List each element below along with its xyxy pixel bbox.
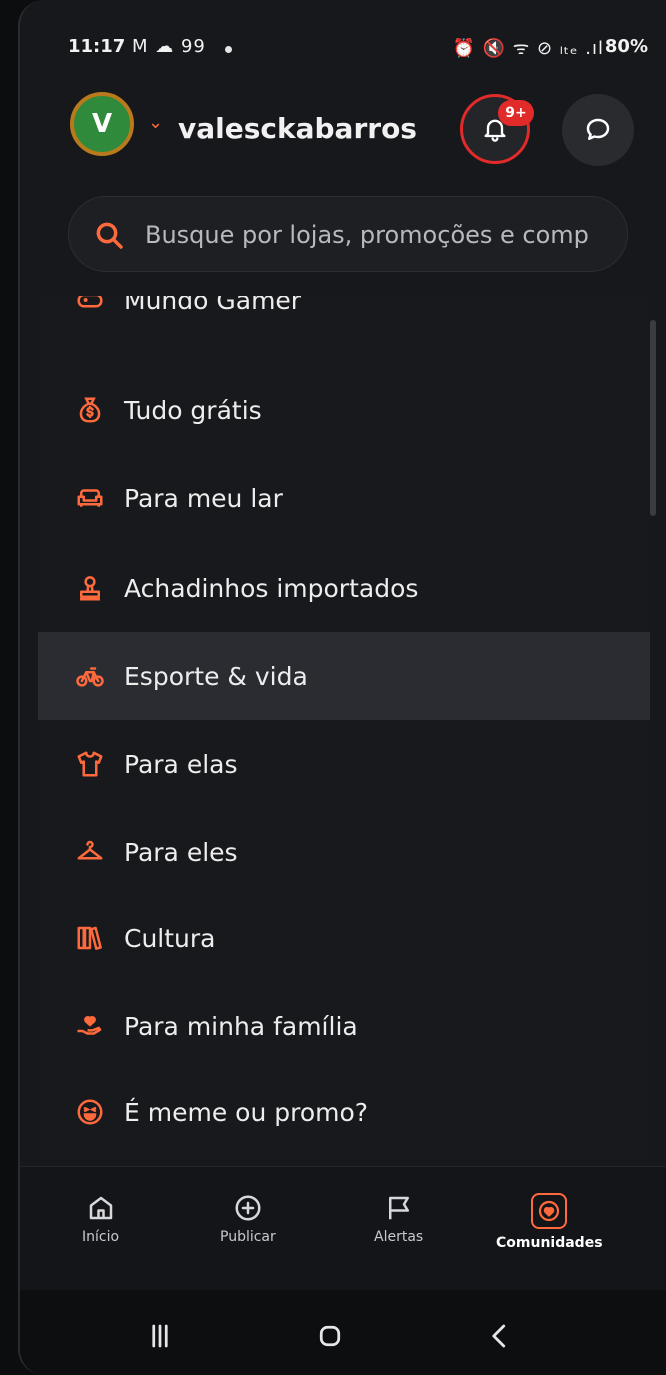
chevron-down-icon[interactable]: ⌄ <box>148 112 163 133</box>
list-item-label: Para meu lar <box>124 483 283 513</box>
list-item-label: Tudo grátis <box>124 395 262 425</box>
list-item-cultura[interactable]: Cultura <box>38 894 650 982</box>
books-icon <box>74 922 106 954</box>
recent-apps-button[interactable] <box>140 1316 180 1356</box>
home-square-icon <box>319 1325 341 1347</box>
list-item-para-eles[interactable]: Para eles <box>38 808 650 896</box>
system-navigation-bar <box>20 1290 666 1375</box>
messages-button[interactable] <box>562 94 634 166</box>
search-icon <box>96 222 123 249</box>
phone-screen: 11:17 M ☁ 99 ⏰ 🔇 ᯤ ⊘ ₗₜₑ .ıl 80% V ⌄ val… <box>18 0 666 1375</box>
hand-heart-icon <box>74 1010 106 1042</box>
gamepad-icon <box>74 296 106 316</box>
list-item-label: É meme ou promo? <box>124 1097 369 1127</box>
tab-label: Alertas <box>374 1229 424 1245</box>
home-icon <box>89 1196 112 1220</box>
list-item-achadinhos-importados[interactable]: Achadinhos importados <box>38 544 650 632</box>
tab-inicio[interactable]: Início <box>82 1193 119 1245</box>
heart-icon <box>531 1193 568 1229</box>
tab-comunidades[interactable]: Comunidades <box>496 1193 603 1251</box>
tab-alertas[interactable]: Alertas <box>374 1193 423 1245</box>
flag-icon <box>388 1196 409 1220</box>
list-item-para-minha-familia[interactable]: Para minha família <box>38 982 650 1070</box>
notification-count-badge: 9+ <box>498 100 534 126</box>
username[interactable]: valesckabarros <box>178 112 417 145</box>
bottom-navigation: Início Publicar Alertas Comunidades <box>20 1166 666 1290</box>
shirt-icon <box>74 748 106 780</box>
list-scrollbar[interactable] <box>650 320 656 516</box>
sofa-icon <box>74 482 106 514</box>
list-item-esporte-vida[interactable]: Esporte & vida <box>38 632 650 720</box>
search-input[interactable] <box>145 197 625 271</box>
money-bag-icon <box>74 394 106 426</box>
tab-label: Publicar <box>220 1229 276 1245</box>
status-system-icons: ⏰ 🔇 ᯤ ⊘ ₗₜₑ .ıl <box>452 38 604 59</box>
list-item-label: Cultura <box>124 923 216 953</box>
list-item-label: Esporte & vida <box>124 661 308 691</box>
list-item-e-meme-ou-promo[interactable]: É meme ou promo? <box>38 1068 650 1156</box>
back-button[interactable] <box>480 1316 520 1356</box>
chat-bubble-icon <box>586 118 610 140</box>
list-item-label: Achadinhos importados <box>124 573 419 603</box>
back-chevron-icon <box>492 1324 506 1348</box>
laughing-face-icon <box>74 1096 106 1128</box>
stamp-icon <box>74 572 106 604</box>
tab-label: Início <box>82 1229 120 1245</box>
tab-publicar[interactable]: Publicar <box>220 1193 276 1245</box>
home-button[interactable] <box>310 1316 350 1356</box>
list-item-para-elas[interactable]: Para elas <box>38 720 650 808</box>
list-item-label: Mundo Gamer <box>124 296 302 315</box>
status-bar: 11:17 M ☁ 99 ⏰ 🔇 ᯤ ⊘ ₗₜₑ .ıl 80% <box>20 36 666 64</box>
list-item-label: Para elas <box>124 749 238 779</box>
avatar[interactable]: V <box>70 92 134 156</box>
category-list: Mundo Gamer Tudo grátis Para meu lar Ach… <box>38 296 650 1160</box>
front-camera-icon <box>225 46 232 53</box>
app-header: V ⌄ valesckabarros 9+ <box>20 82 666 178</box>
list-item-tudo-gratis[interactable]: Tudo grátis <box>38 366 650 454</box>
recent-apps-icon <box>152 1324 168 1348</box>
battery-level: 80% <box>604 36 648 57</box>
tab-label: Comunidades <box>496 1235 603 1251</box>
list-item-label: Para minha família <box>124 1011 358 1041</box>
search-bar[interactable] <box>68 196 628 272</box>
list-item-para-meu-lar[interactable]: Para meu lar <box>38 454 650 542</box>
hanger-icon <box>74 836 106 868</box>
plus-circle-icon <box>235 1195 261 1221</box>
status-time: 11:17 <box>68 36 126 57</box>
list-item-label: Para eles <box>124 837 238 867</box>
status-notification-icons: M ☁ 99 <box>132 36 206 57</box>
bicycle-icon <box>74 660 106 692</box>
